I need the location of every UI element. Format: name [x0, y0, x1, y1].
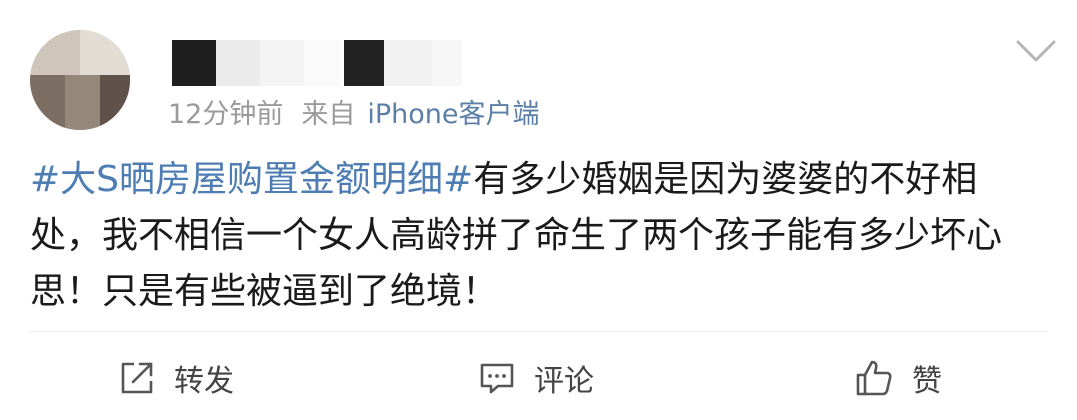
- topic-link[interactable]: #大S晒房屋购置金额明细#: [30, 159, 473, 200]
- redaction-block: [216, 40, 260, 86]
- source-prefix: 来自: [301, 99, 356, 130]
- post-source-link[interactable]: iPhone客户端: [367, 99, 539, 130]
- like-button[interactable]: 赞: [854, 358, 942, 399]
- post-time: 12分钟前: [168, 99, 284, 130]
- redaction-block: [172, 40, 216, 86]
- redaction-block: [260, 40, 304, 86]
- redaction-block: [304, 40, 340, 86]
- like-label: 赞: [912, 364, 942, 399]
- redaction-block: [384, 40, 432, 86]
- repost-button[interactable]: 转发: [118, 358, 234, 399]
- share-icon: [121, 362, 153, 394]
- thumbs-up-icon: [856, 360, 892, 396]
- comment-label: 评论: [534, 364, 594, 399]
- repost-label: 转发: [174, 364, 234, 399]
- chevron-down-icon[interactable]: [1014, 36, 1058, 66]
- avatar[interactable]: [30, 30, 130, 130]
- post-content: #大S晒房屋购置金额明细#有多少婚姻是因为婆婆的不好相处，我不相信一个女人高龄拼…: [30, 152, 1040, 320]
- comment-icon: [480, 363, 514, 394]
- redaction-block: [344, 40, 384, 86]
- divider: [30, 331, 1047, 332]
- redaction-block: [432, 40, 462, 86]
- comment-button[interactable]: 评论: [478, 358, 594, 399]
- post-meta: 12分钟前 来自 iPhone客户端: [168, 92, 540, 131]
- weibo-post-card: 12分钟前 来自 iPhone客户端 #大S晒房屋购置金额明细#有多少婚姻是因为婆婆…: [0, 0, 1077, 420]
